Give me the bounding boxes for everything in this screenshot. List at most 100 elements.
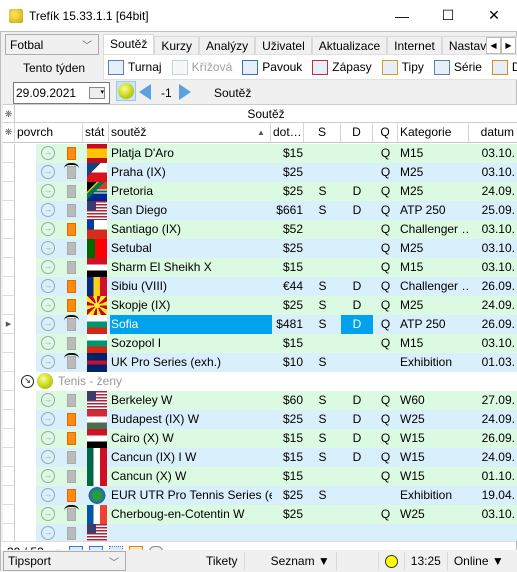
tool-tipy[interactable]: Tipy [381, 59, 424, 75]
next-arrow-icon[interactable] [179, 84, 191, 100]
table-row[interactable]: → Cancun (IX) I W $15 S D Q W15 24.09. [3, 448, 517, 467]
column-header-8[interactable]: datum [469, 123, 517, 142]
row-indicator[interactable] [3, 372, 15, 391]
tennis-filter-button[interactable] [116, 81, 136, 101]
column-header-5[interactable]: D [341, 123, 373, 142]
row-indicator[interactable]: ▶ [3, 315, 15, 334]
table-row[interactable]: → San Diego $661 S D Q ATP 250 25.09. [3, 201, 517, 220]
tab-scroll-left-icon[interactable]: ◀ [486, 37, 501, 54]
row-indicator[interactable] [3, 486, 15, 505]
open-arrow-icon[interactable]: → [41, 260, 55, 274]
open-arrow-icon[interactable]: → [41, 431, 55, 445]
open-arrow-icon[interactable]: → [41, 165, 55, 179]
table-row[interactable]: → UK Pro Series (exh.) $10 S Exhibition 01.03… [3, 353, 517, 372]
row-indicator[interactable] [3, 467, 15, 486]
row-indicator[interactable] [3, 239, 15, 258]
maximize-button[interactable]: ☐ [425, 0, 471, 31]
tool-zápasy[interactable]: Zápasy [312, 59, 372, 75]
column-header-0[interactable]: povrch [15, 123, 83, 142]
tab-3[interactable]: Uživatel [255, 36, 312, 56]
table-row[interactable]: → Santiago (IX) $52 Q Challenger … 03.10. [3, 220, 517, 239]
row-indicator[interactable] [3, 505, 15, 524]
open-arrow-icon[interactable]: → [41, 298, 55, 312]
table-row[interactable]: → Cairo (X) W $15 S D Q W15 26.09. [3, 429, 517, 448]
open-arrow-icon[interactable]: → [41, 241, 55, 255]
table-row[interactable]: → Skopje (IX) $25 S D Q M25 24.09. [3, 296, 517, 315]
date-picker[interactable]: 29.09.2021 ▾ [13, 82, 110, 104]
row-indicator[interactable] [3, 144, 15, 163]
tab-0[interactable]: Soutěž [103, 34, 155, 56]
table-row[interactable]: → Setubal $25 Q M25 03.10. [3, 239, 517, 258]
row-indicator[interactable] [3, 163, 15, 182]
table-row[interactable]: → Cancun (X) W $15 Q W15 01.10. [3, 467, 517, 486]
table-row[interactable]: → Sozopol I $15 Q M15 03.10. [3, 334, 517, 353]
row-indicator[interactable] [3, 296, 15, 315]
open-arrow-icon[interactable]: → [41, 279, 55, 293]
table-row[interactable]: → Budapest (IX) W $25 S D Q W25 24.09. [3, 410, 517, 429]
open-arrow-icon[interactable]: → [41, 203, 55, 217]
calendar-icon[interactable]: ▾ [89, 87, 105, 99]
column-header-1[interactable]: stát [83, 123, 109, 142]
open-arrow-icon[interactable]: → [41, 469, 55, 483]
sport-select[interactable]: Fotbal ﹀ [5, 34, 99, 55]
open-arrow-icon[interactable]: → [41, 488, 55, 502]
table-row[interactable]: → Pretoria $25 S D Q M25 24.09. [3, 182, 517, 201]
tool-pavouk[interactable]: Pavouk [242, 59, 302, 75]
group-row[interactable]: ↘ Tenis - ženy [3, 372, 517, 391]
open-arrow-icon[interactable]: → [41, 336, 55, 350]
column-header-6[interactable]: Q [373, 123, 398, 142]
row-indicator[interactable] [3, 524, 15, 541]
row-indicator[interactable] [3, 429, 15, 448]
open-arrow-icon[interactable]: → [41, 507, 55, 521]
tab-2[interactable]: Analýzy [199, 36, 256, 56]
column-customize-icon[interactable]: ❋ [3, 123, 15, 142]
table-row[interactable]: → Praha (IX) $25 Q M25 03.10. [3, 163, 517, 182]
tool-turnaj[interactable]: Turnaj [108, 59, 162, 75]
open-arrow-icon[interactable]: → [41, 317, 55, 331]
tool-křížová[interactable]: Křížová [171, 59, 232, 75]
column-header-3[interactable]: dot… [271, 123, 304, 142]
collapse-group-icon[interactable]: ↘ [21, 375, 34, 388]
table-row[interactable]: → Cherboug-en-Cotentin W $25 Q W25 03.10. [3, 505, 517, 524]
table-row[interactable]: → [3, 524, 517, 541]
row-indicator[interactable] [3, 391, 15, 410]
online-menu[interactable]: Online ▼ [448, 552, 510, 570]
table-row[interactable]: ▶ → Sofia $481 S D Q ATP 250 26.09. [3, 315, 517, 334]
tab-5[interactable]: Internet [387, 36, 442, 56]
open-arrow-icon[interactable]: → [41, 355, 55, 369]
bookmaker-select[interactable]: Tipsport ﹀ [3, 551, 126, 571]
column-header-2[interactable]: soutěž [109, 123, 271, 142]
row-indicator[interactable] [3, 277, 15, 296]
open-arrow-icon[interactable]: → [41, 526, 55, 540]
open-arrow-icon[interactable]: → [41, 222, 55, 236]
list-menu[interactable]: Seznam ▼ [257, 552, 337, 570]
tool-série[interactable]: Série [433, 59, 482, 75]
row-indicator[interactable] [3, 201, 15, 220]
table-row[interactable]: → Sibiu (VIII) €44 S D Q Challenger … 26.09. [3, 277, 517, 296]
band-customize-icon[interactable]: ❋ [3, 105, 15, 123]
column-header-4[interactable]: S [304, 123, 341, 142]
row-indicator[interactable] [3, 182, 15, 201]
minimize-button[interactable]: — [379, 0, 425, 31]
open-arrow-icon[interactable]: → [41, 450, 55, 464]
table-row[interactable]: → EUR UTR Pro Tennis Series (e… $25 S Exhibi… [3, 486, 517, 505]
row-indicator[interactable] [3, 220, 15, 239]
tab-1[interactable]: Kurzy [154, 36, 200, 56]
period-label[interactable]: Tento týden [23, 61, 85, 75]
row-indicator[interactable] [3, 353, 15, 372]
tab-4[interactable]: Aktualizace [311, 36, 388, 56]
tickets-button[interactable]: Tikety [200, 552, 245, 570]
table-row[interactable]: → Sharm El Sheikh X $15 Q M15 03.10. [3, 258, 517, 277]
open-arrow-icon[interactable]: → [41, 184, 55, 198]
row-indicator[interactable] [3, 448, 15, 467]
tool-da[interactable]: Da [491, 59, 517, 75]
table-row[interactable]: → Platja D'Aro $15 Q M15 03.10. [3, 144, 517, 163]
row-indicator[interactable] [3, 258, 15, 277]
open-arrow-icon[interactable]: → [41, 146, 55, 160]
previous-arrow-icon[interactable] [139, 84, 151, 100]
table-row[interactable]: → Berkeley W $60 S D Q W60 27.09. [3, 391, 517, 410]
tab-scroll-right-icon[interactable]: ▶ [501, 37, 516, 54]
open-arrow-icon[interactable]: → [41, 393, 55, 407]
open-arrow-icon[interactable]: → [41, 412, 55, 426]
close-button[interactable]: ✕ [471, 0, 517, 31]
